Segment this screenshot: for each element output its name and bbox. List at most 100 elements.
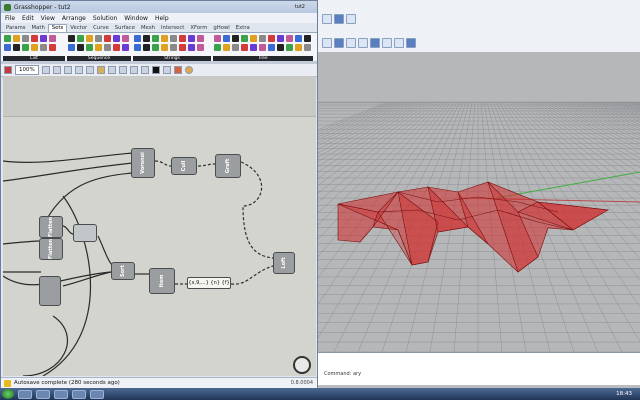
start-button[interactable]: [2, 389, 14, 399]
canvas-icon[interactable]: [4, 66, 12, 74]
component-icon[interactable]: [22, 35, 29, 42]
component-icon[interactable]: [68, 35, 75, 42]
component-icon[interactable]: [268, 44, 275, 51]
component-icon[interactable]: [40, 35, 47, 42]
tab-intersect[interactable]: Intersect: [158, 25, 187, 32]
component-icon[interactable]: [286, 44, 293, 51]
rhino-tool-icon[interactable]: [322, 14, 332, 24]
component-icon[interactable]: [304, 35, 311, 42]
component-icon[interactable]: [232, 35, 239, 42]
component-icon[interactable]: [161, 35, 168, 42]
component-icon[interactable]: [104, 35, 111, 42]
canvas-navigation-widget[interactable]: [293, 356, 311, 374]
component-icon[interactable]: [170, 35, 177, 42]
menu-arrange[interactable]: Arrange: [62, 15, 86, 22]
tab-params[interactable]: Params: [3, 25, 29, 32]
component-icon[interactable]: [86, 35, 93, 42]
number-component[interactable]: [73, 224, 97, 242]
component-icon[interactable]: [277, 35, 284, 42]
eye-icon[interactable]: [74, 66, 83, 74]
zoom-icon[interactable]: [41, 66, 50, 74]
component-icon[interactable]: [268, 35, 275, 42]
component-icon[interactable]: [214, 35, 221, 42]
component-icon[interactable]: [295, 35, 302, 42]
item-component[interactable]: Item: [149, 268, 175, 294]
perspective-view[interactable]: [318, 52, 640, 352]
tab-curve[interactable]: Curve: [90, 25, 112, 32]
component-icon[interactable]: [232, 44, 239, 51]
taskbar-item-rhino[interactable]: [36, 389, 50, 399]
flatten-component-1[interactable]: Flatten: [39, 216, 63, 238]
component-icon[interactable]: [295, 44, 302, 51]
menu-window[interactable]: Window: [124, 15, 148, 22]
component-icon[interactable]: [241, 44, 248, 51]
component-icon[interactable]: [250, 35, 257, 42]
component-icon[interactable]: [179, 35, 186, 42]
menu-solution[interactable]: Solution: [93, 15, 117, 22]
component-icon[interactable]: [86, 44, 93, 51]
loft-component[interactable]: Loft: [273, 252, 295, 274]
tab-surface[interactable]: Surface: [112, 25, 138, 32]
component-icon[interactable]: [286, 35, 293, 42]
component-icon[interactable]: [277, 44, 284, 51]
command-prompt[interactable]: Command: ary: [324, 371, 361, 377]
ribbon-group-label[interactable]: Strings: [133, 56, 211, 61]
component-icon[interactable]: [22, 44, 29, 51]
component-icon[interactable]: [68, 44, 75, 51]
tab-xform[interactable]: XForm: [187, 25, 210, 32]
tab-extra[interactable]: Extra: [233, 25, 253, 32]
component-icon[interactable]: [223, 44, 230, 51]
component-icon[interactable]: [143, 35, 150, 42]
taskbar-item-other[interactable]: [90, 389, 104, 399]
rhino-tool-icon[interactable]: [334, 14, 344, 24]
rhino-tool-icon[interactable]: [346, 14, 356, 24]
component-icon[interactable]: [49, 35, 56, 42]
component-icon[interactable]: [13, 35, 20, 42]
tab-math[interactable]: Math: [29, 25, 48, 32]
rhino-command-area[interactable]: Command: ary: [318, 352, 640, 385]
component-icon[interactable]: [304, 44, 311, 51]
ribbon-group-label[interactable]: Sequence: [67, 56, 131, 61]
zoom-selector[interactable]: 100%: [15, 65, 39, 75]
component-icon[interactable]: [161, 44, 168, 51]
component-icon[interactable]: [134, 44, 141, 51]
component-icon[interactable]: [197, 44, 204, 51]
menu-view[interactable]: View: [41, 15, 55, 22]
component-icon[interactable]: [95, 44, 102, 51]
gh-titlebar[interactable]: Grasshopper - tut2 tut2: [1, 1, 317, 13]
sketch-icon[interactable]: [52, 66, 61, 74]
component-icon[interactable]: [95, 35, 102, 42]
menu-edit[interactable]: Edit: [22, 15, 34, 22]
component-icon[interactable]: [152, 35, 159, 42]
component-icon[interactable]: [4, 35, 11, 42]
component-icon[interactable]: [40, 44, 47, 51]
component-icon[interactable]: [250, 44, 257, 51]
component-icon[interactable]: [259, 35, 266, 42]
menu-file[interactable]: File: [5, 15, 15, 22]
component-icon[interactable]: [31, 44, 38, 51]
component-icon[interactable]: [223, 35, 230, 42]
component-icon[interactable]: [31, 35, 38, 42]
shaded-preview-icon[interactable]: [162, 66, 171, 74]
component-icon[interactable]: [143, 44, 150, 51]
component-icon[interactable]: [77, 35, 84, 42]
component-icon[interactable]: [241, 35, 248, 42]
component-icon[interactable]: [152, 44, 159, 51]
bake-icon[interactable]: [140, 66, 149, 74]
sort-component[interactable]: Sort: [111, 262, 135, 280]
tab-ghowl[interactable]: gHowl: [210, 25, 232, 32]
wire-display-icon[interactable]: [85, 66, 94, 74]
points-component[interactable]: [39, 276, 61, 306]
cluster-icon[interactable]: [129, 66, 138, 74]
component-icon[interactable]: [134, 35, 141, 42]
preview-icon[interactable]: [63, 66, 72, 74]
ribbon-group-label[interactable]: List: [3, 56, 65, 61]
open-folder-icon[interactable]: [96, 66, 105, 74]
taskbar-item-grasshopper[interactable]: [54, 389, 68, 399]
taskbar-item-explorer[interactable]: [18, 389, 32, 399]
component-icon[interactable]: [179, 44, 186, 51]
tab-mesh[interactable]: Mesh: [138, 25, 158, 32]
taskbar-item-browser[interactable]: [72, 389, 86, 399]
play-icon[interactable]: [151, 66, 160, 74]
rhino-tool-icon[interactable]: [394, 38, 404, 48]
